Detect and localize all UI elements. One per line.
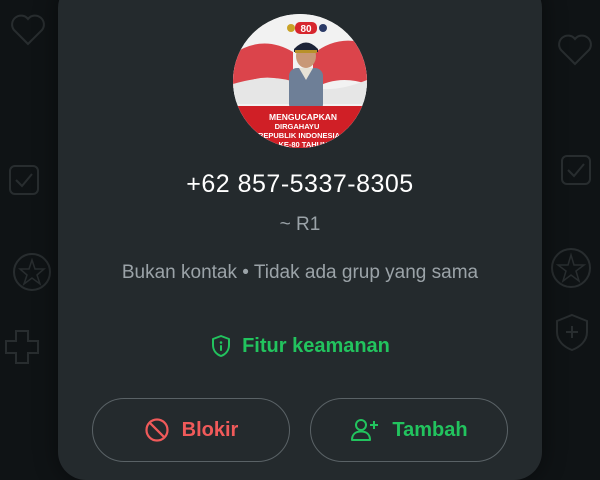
block-icon — [144, 417, 170, 443]
contact-nickname: ~ R1 — [279, 214, 321, 235]
anniversary-badge: 80 — [300, 24, 312, 35]
banner-line-3: REPUBLIK INDONESIA — [258, 131, 341, 140]
add-contact-label: Tambah — [392, 418, 468, 441]
security-features-label: Fitur keamanan — [242, 334, 390, 357]
doodle-star-icon — [13, 253, 51, 291]
block-button-label: Blokir — [181, 418, 239, 441]
contact-phone-number: +62 857-5337-8305 — [186, 170, 414, 198]
banner-line-1: MENGUCAPKAN — [269, 112, 337, 122]
add-person-icon — [350, 417, 380, 443]
security-features-link[interactable]: Fitur keamanan — [0, 334, 600, 358]
block-button[interactable]: Blokir — [92, 398, 290, 462]
doodle-heart-icon — [11, 14, 45, 46]
banner-line-2: DIRGAHAYU — [275, 122, 320, 131]
doodle-heart-icon — [558, 34, 592, 66]
avatar-image: 80 MENGUCAPKAN DIRGAHAYU REPUBLIK INDONE… — [233, 14, 367, 148]
doodle-star-icon — [551, 248, 591, 288]
add-contact-button[interactable]: Tambah — [310, 398, 508, 462]
contact-status-text: Bukan kontak • Tidak ada grup yang sama — [121, 262, 479, 283]
profile-avatar[interactable]: 80 MENGUCAPKAN DIRGAHAYU REPUBLIK INDONE… — [233, 14, 367, 148]
shield-info-icon — [210, 334, 232, 358]
